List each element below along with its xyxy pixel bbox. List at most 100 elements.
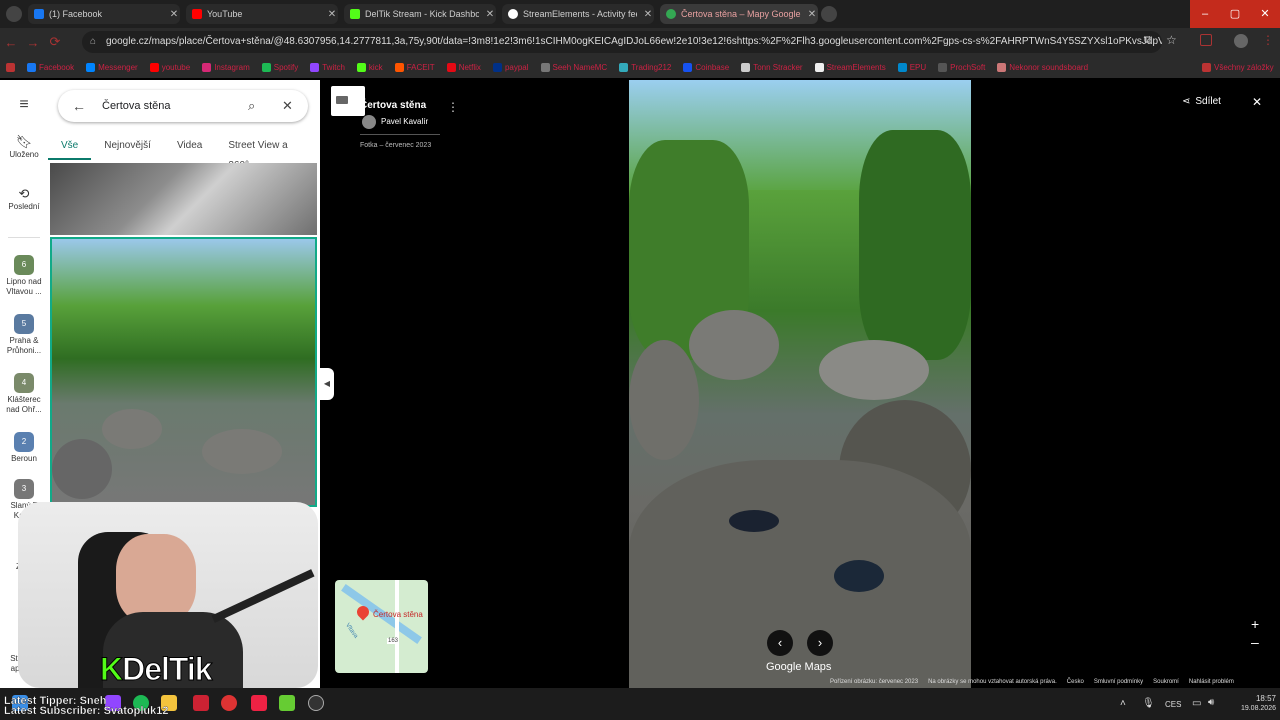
rock — [629, 340, 699, 460]
back-icon[interactable]: ← — [0, 35, 22, 50]
divider — [360, 134, 440, 135]
bookmark-item[interactable]: Netflix — [441, 62, 487, 72]
bookmark-item[interactable]: ProchSoft — [932, 62, 991, 72]
search-icon[interactable]: ⌕ — [248, 90, 255, 122]
tab-label: Čertova stěna – Mapy Google — [681, 9, 801, 19]
pothole — [729, 510, 779, 532]
bookmark-item[interactable]: FACEIT — [389, 62, 441, 72]
reload-icon[interactable]: ⟳ — [44, 34, 66, 50]
close-window-icon[interactable]: ✕ — [1250, 0, 1280, 28]
back-arrow-icon[interactable]: ← — [72, 90, 86, 122]
bookmark-item[interactable]: Messenger — [80, 62, 144, 72]
clock-date[interactable]: 19.08.2026 — [1226, 705, 1276, 712]
saved-button[interactable]: 🔖︎ Uloženo — [0, 134, 48, 159]
bookmark-item[interactable]: StreamElements — [809, 62, 892, 72]
all-bookmarks[interactable]: Všechny záložky — [1196, 62, 1280, 72]
install-icon[interactable]: ⧉ — [1144, 34, 1152, 47]
next-photo-button[interactable]: › — [807, 630, 833, 656]
bookmark-item[interactable]: Spotify — [256, 62, 304, 72]
rock — [689, 310, 779, 380]
close-icon[interactable]: ✕ — [484, 9, 496, 20]
tab-google-maps[interactable]: Čertova stěna – Mapy Google ✕ — [660, 4, 818, 24]
main-photo[interactable] — [629, 80, 971, 688]
hamburger-menu-icon[interactable]: ≡ — [0, 96, 48, 114]
close-icon[interactable]: ✕ — [642, 9, 654, 20]
author-avatar[interactable] — [362, 115, 376, 129]
taskbar-app[interactable] — [279, 695, 295, 711]
share-button[interactable]: ⋖ Sdílet — [1182, 96, 1221, 107]
mini-map[interactable]: Vltava 163 Čertova stěna — [335, 580, 428, 673]
share-label: Sdílet — [1195, 96, 1221, 107]
recent-place[interactable]: 2 Beroun — [0, 432, 48, 464]
extensions-icon[interactable] — [1200, 34, 1212, 46]
close-icon[interactable]: ✕ — [168, 9, 180, 20]
taskbar-app[interactable] — [308, 695, 324, 711]
site-info-icon[interactable]: ⌂ — [90, 31, 96, 53]
bookmark-item[interactable]: Twitch — [304, 62, 351, 72]
footer-link[interactable]: Česko — [1067, 679, 1084, 688]
footer-link[interactable]: Soukromí — [1153, 679, 1179, 688]
bookmark-item[interactable]: Tonn Stracker — [735, 62, 808, 72]
bookmark-item[interactable]: kick — [351, 62, 389, 72]
profile-avatar[interactable] — [1234, 34, 1248, 48]
footer-link[interactable]: Smluvní podmínky — [1094, 679, 1143, 688]
tab-streamelements[interactable]: StreamElements - Activity feed ✕ — [502, 4, 654, 24]
apps-icon[interactable] — [0, 62, 21, 72]
taskbar-app[interactable] — [193, 695, 209, 711]
bookmark-item[interactable]: Nekonor soundsboard — [991, 62, 1094, 72]
mic-icon[interactable]: 🎙︎ — [1142, 698, 1155, 709]
collapse-panel-button[interactable]: ◀︎ — [320, 368, 334, 400]
recent-place[interactable]: 5 Praha & Průhoni... — [0, 314, 48, 356]
volume-icon[interactable]: 🔊︎ — [1208, 697, 1214, 708]
tab-youtube[interactable]: YouTube ✕ — [186, 4, 338, 24]
menu-icon[interactable]: ⋮ — [1262, 33, 1274, 47]
bookmark-item[interactable]: Instagram — [196, 62, 256, 72]
recent-button[interactable]: ⟲ Poslední — [0, 186, 48, 211]
prev-photo-button[interactable]: ‹ — [767, 630, 793, 656]
tab-menu-icon[interactable] — [6, 6, 22, 22]
tab-all[interactable]: Vše — [48, 136, 92, 160]
photo-author[interactable]: Pavel Kavalír — [381, 117, 428, 126]
footer-link[interactable]: Nahlásit problém — [1189, 679, 1234, 688]
tab-newest[interactable]: Nejnovější — [91, 136, 164, 160]
url-field[interactable]: ⌂ google.cz/maps/place/Čertova+stěna/@48.… — [82, 31, 1162, 53]
close-icon[interactable]: ✕ — [326, 9, 338, 20]
tab-facebook[interactable]: (1) Facebook ✕ — [28, 4, 180, 24]
search-input[interactable]: ← Čertova stěna ⌕ ✕ — [58, 90, 308, 122]
photo-place-title[interactable]: Čertova stěna — [360, 100, 426, 111]
network-icon[interactable]: ▭ — [1192, 698, 1201, 709]
minimize-icon[interactable]: – — [1190, 0, 1220, 28]
close-icon[interactable]: ✕ — [806, 9, 818, 20]
recent-place[interactable]: 6 Lipno nad Vltavou ... — [0, 255, 48, 297]
clock-time[interactable]: 18:57 — [1240, 694, 1276, 703]
bookmark-star-icon[interactable]: ☆ — [1166, 33, 1177, 47]
bookmark-item[interactable]: paypal — [487, 62, 535, 72]
photo-thumbnail[interactable] — [50, 163, 317, 235]
bookmark-item[interactable]: Trading212 — [613, 62, 677, 72]
maximize-icon[interactable]: ▢ — [1220, 0, 1250, 28]
bookmark-item[interactable]: youtube — [144, 62, 196, 72]
zoom-out-button[interactable]: – — [1251, 634, 1259, 650]
clear-search-icon[interactable]: ✕ — [282, 90, 293, 122]
bookmark-icon: 🔖︎ — [15, 134, 33, 149]
tab-videos[interactable]: Videa — [164, 136, 215, 160]
photo-menu-icon[interactable]: ⋮ — [447, 100, 459, 114]
bookmark-item[interactable]: Facebook — [21, 62, 80, 72]
recent-place[interactable]: 4 Klášterec nad Ohř... — [0, 373, 48, 415]
new-tab-button[interactable] — [821, 6, 837, 22]
youtube-icon — [192, 9, 202, 19]
bookmark-item[interactable]: Seeh NameMC — [535, 62, 614, 72]
tray-chevron-icon[interactable]: ˄ — [1120, 698, 1126, 709]
tab-street-view[interactable]: Street View a 360° — [215, 136, 320, 171]
tab-kick[interactable]: DelTik Stream - Kick Dashboard ✕ — [344, 4, 496, 24]
taskbar-app[interactable] — [251, 695, 267, 711]
road — [395, 580, 399, 673]
language-indicator[interactable]: CES — [1165, 700, 1181, 709]
bookmark-item[interactable]: EPU — [892, 62, 932, 72]
photo-thumbnail-selected[interactable] — [50, 237, 317, 507]
forward-icon[interactable]: → — [22, 35, 44, 50]
taskbar-app[interactable] — [221, 695, 237, 711]
bookmark-item[interactable]: Coinbase — [677, 62, 735, 72]
close-viewer-icon[interactable]: ✕ — [1252, 95, 1262, 109]
zoom-in-button[interactable]: + — [1251, 616, 1259, 632]
